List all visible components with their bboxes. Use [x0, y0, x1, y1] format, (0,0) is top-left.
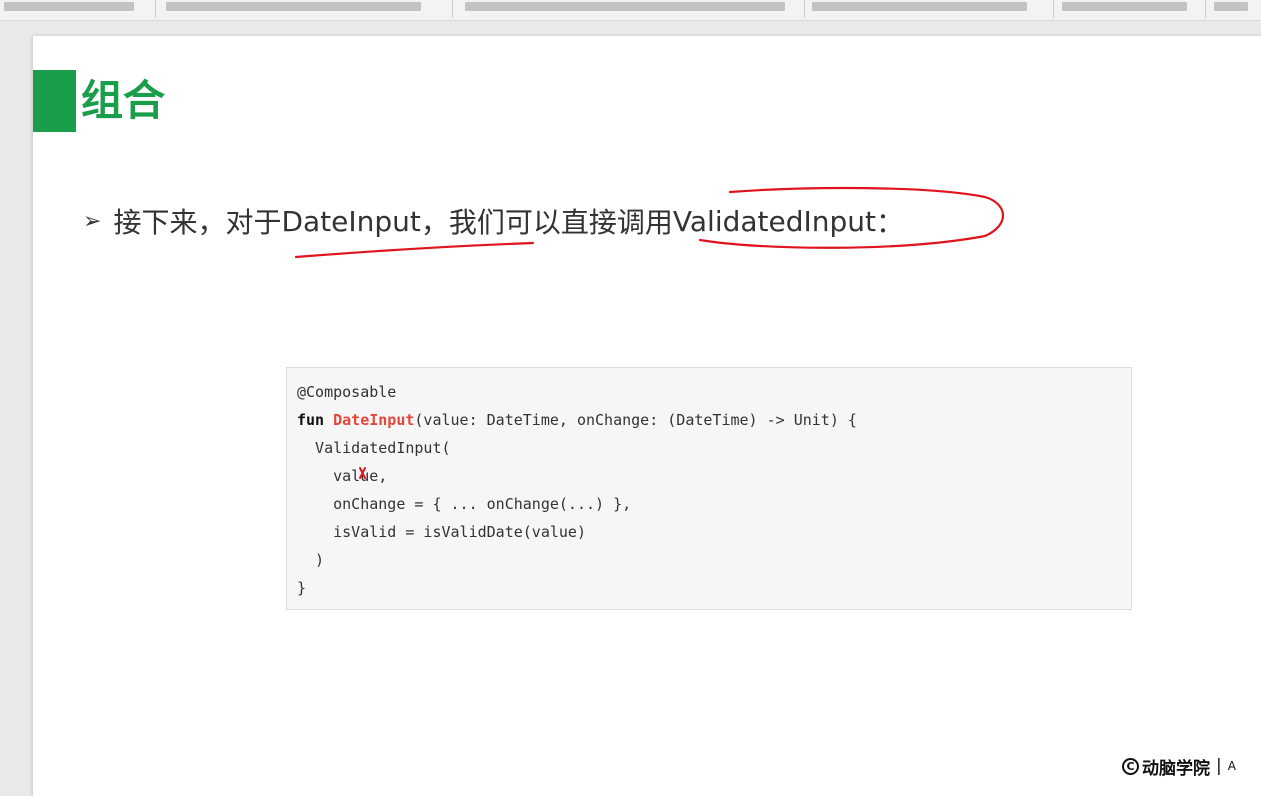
code-line-6: isValid = isValidDate(value) [297, 523, 586, 541]
code-signature: (value: DateTime, onChange: (DateTime) -… [414, 411, 857, 429]
code-keyword-fun: fun [297, 411, 334, 429]
bullet-item: ➢ 接下来，对于 DateInput ，我们可以直接调用 ValidatedIn… [83, 201, 904, 241]
code-line-3: ValidatedInput( [297, 439, 451, 457]
slide-canvas: 组合 ➢ 接下来，对于 DateInput ，我们可以直接调用 Validate… [33, 36, 1261, 796]
bullet-prefix: 接下来，对于 [113, 206, 282, 239]
logo-tail: A [1227, 759, 1236, 773]
arrow-bullet-icon: ➢ [83, 208, 102, 234]
logo-separator: | [1216, 756, 1222, 776]
code-line-1: @Composable [297, 383, 397, 401]
brand-logo: C 动脑学院 | A [1122, 755, 1236, 779]
bullet-highlight-validatedinput: ValidatedInput [672, 204, 877, 238]
logo-mark-icon: C [1122, 757, 1139, 775]
bullet-suffix: ： [876, 206, 905, 239]
code-line-2: fun DateInput(value: DateTime, onChange:… [297, 406, 1121, 434]
code-line-8: } [297, 579, 307, 597]
bullet-highlight-dateinput: DateInput [281, 204, 421, 238]
slide-title: 组合 [81, 76, 166, 125]
logo-text: 动脑学院 [1142, 758, 1210, 779]
title-accent-bar [33, 70, 76, 132]
code-function-name: DateInput [333, 411, 415, 429]
code-block: @Composable fun DateInput(value: DateTim… [286, 367, 1132, 610]
bullet-middle: ，我们可以直接调用 [420, 206, 673, 239]
code-line-7: ) [297, 551, 325, 569]
code-line-4: value, [297, 467, 388, 485]
app-toolbar [0, 0, 1261, 21]
code-line-5: onChange = { ... onChange(...) }, [297, 495, 632, 513]
